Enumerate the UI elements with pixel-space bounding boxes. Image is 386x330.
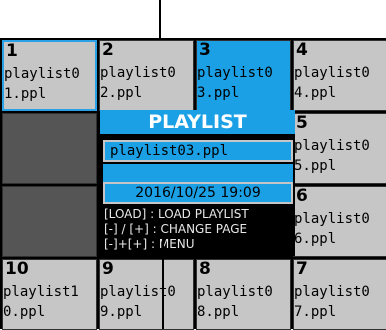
cell-filename: playlist0 3.ppl: [197, 65, 273, 101]
selected-playlist-field: playlist03.ppl: [103, 140, 293, 162]
cell-filename: playlist0 7.ppl: [294, 284, 370, 320]
cell-number: 6: [296, 186, 308, 206]
playlist-cell-7[interactable]: 7 playlist0 7.ppl: [293, 259, 386, 330]
cell-filename: playlist0 8.ppl: [197, 284, 273, 320]
playlist-cell-4[interactable]: 4 playlist0 4.ppl: [293, 40, 386, 111]
cell-filename: playlist0 2.ppl: [100, 65, 176, 101]
cell-number: 1: [6, 41, 18, 61]
empty-cell-left-upper: [2, 113, 97, 184]
cell-filename: playlist1 0.ppl: [3, 284, 79, 320]
cell-number: 5: [296, 113, 308, 133]
cell-number: 7: [296, 259, 308, 279]
help-line-load: [LOAD] : LOAD PLAYLIST: [104, 207, 249, 221]
cell-number: 2: [102, 40, 114, 60]
empty-cell-left-lower: [2, 186, 97, 257]
help-line-menu: [-]+[+] : MENU: [104, 237, 195, 251]
playlist-cell-10[interactable]: 10 playlist1 0.ppl: [2, 259, 97, 330]
cell-filename: playlist0 1.ppl: [4, 66, 80, 102]
playlist-cell-8[interactable]: 8 playlist0 8.ppl: [196, 259, 291, 330]
playlist-cell-1[interactable]: 1 playlist0 1.ppl: [2, 40, 97, 111]
cell-number: 10: [5, 259, 29, 279]
help-text: [LOAD] : LOAD PLAYLIST [-] / [+] : CHANG…: [104, 207, 299, 252]
playlist-cell-3[interactable]: 3 playlist0 3.ppl: [196, 40, 291, 111]
callout-line-bottom: [162, 240, 164, 329]
cell-number: 8: [199, 259, 211, 279]
panel-spacer-bar: [103, 164, 293, 182]
playlist-cell-9[interactable]: 9 playlist0 9.ppl: [99, 259, 194, 330]
playlist-cell-5[interactable]: 5 playlist0 5.ppl: [293, 113, 386, 184]
playlist-cell-2[interactable]: 2 playlist0 2.ppl: [99, 40, 194, 111]
cell-filename: playlist0 4.ppl: [294, 65, 370, 101]
cell-number: 9: [102, 259, 114, 279]
cell-filename: playlist0 6.ppl: [294, 211, 370, 247]
cell-filename: playlist0 9.ppl: [100, 284, 176, 320]
panel-title: PLAYLIST: [100, 110, 295, 134]
datetime-display: 2016/10/25 19:09: [103, 182, 293, 204]
cell-number: 4: [296, 40, 308, 60]
help-line-page: [-] / [+] : CHANGE PAGE: [104, 222, 248, 236]
playlist-info-panel: PLAYLIST playlist03.ppl 2016/10/25 19:09…: [100, 110, 295, 256]
playlist-cell-6[interactable]: 6 playlist0 6.ppl: [293, 186, 386, 257]
cell-filename: playlist0 5.ppl: [294, 138, 370, 174]
cell-number: 3: [199, 40, 211, 60]
